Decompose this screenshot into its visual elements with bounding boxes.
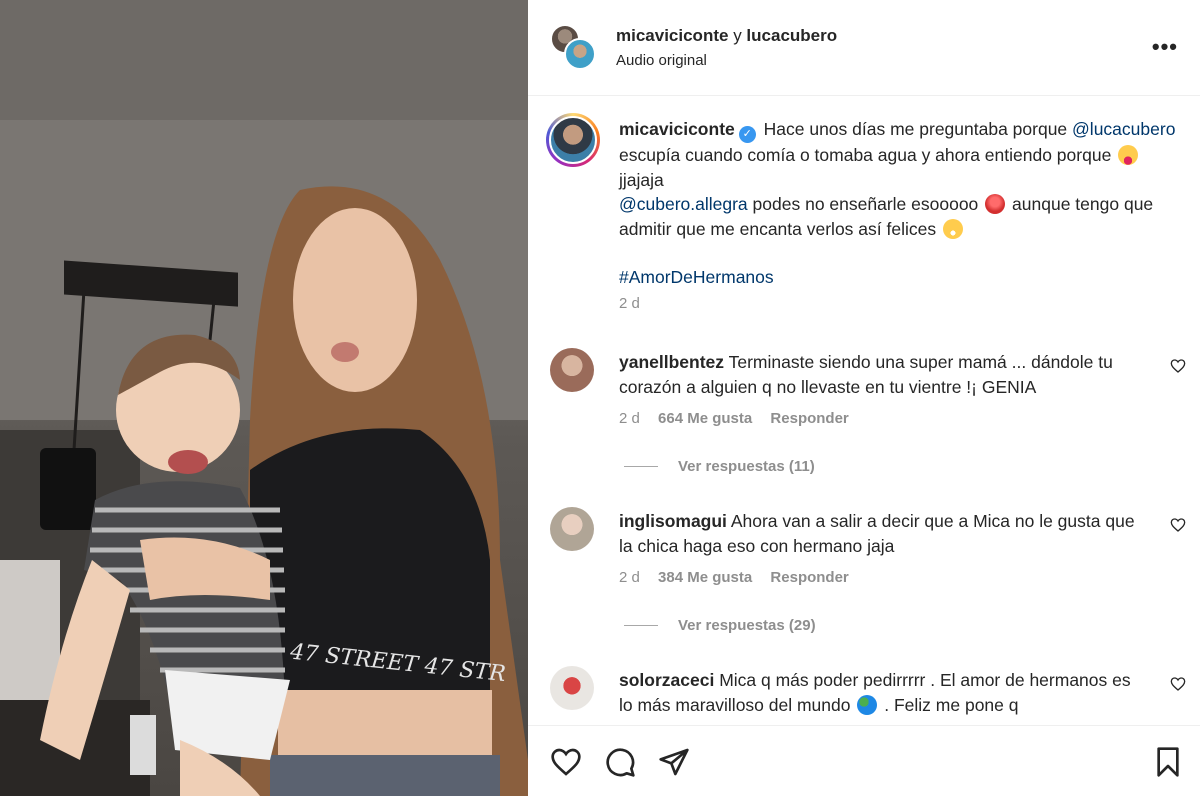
commenter-avatar[interactable]: [550, 507, 594, 551]
commenter-avatar[interactable]: [550, 666, 594, 710]
caption-username[interactable]: micaviciconte: [619, 119, 735, 139]
post-caption: micaviciconte ✓ Hace unos días me pregunt…: [619, 117, 1179, 290]
post-header: micaviciconte y lucacubero Audio origina…: [528, 0, 1200, 96]
hashtag-link[interactable]: #AmorDeHermanos: [619, 265, 1179, 290]
audio-original-link[interactable]: Audio original: [616, 52, 707, 69]
comment-body: solorzaceci Mica q más poder pedirrrrr .…: [619, 668, 1139, 717]
post-details-panel: micaviciconte y lucacubero Audio origina…: [528, 0, 1200, 796]
comment-time[interactable]: 2 d: [619, 569, 640, 586]
post-action-bar: [528, 725, 1200, 796]
comment-time[interactable]: 2 d: [619, 410, 640, 427]
comment-like-heart-icon[interactable]: [1170, 676, 1186, 692]
author-link-2[interactable]: lucacubero: [746, 26, 837, 45]
mention-cubero-allegra[interactable]: @cubero.allegra: [619, 194, 748, 214]
caption-text-4: podes no enseñarle esooooo: [752, 194, 979, 214]
smiling-emoji-icon: [942, 218, 963, 239]
heart-icon[interactable]: [550, 746, 582, 778]
comment-username[interactable]: yanellbentez: [619, 352, 724, 372]
comment-likes[interactable]: 664 Me gusta: [658, 410, 752, 427]
comment-body: yanellbentez Terminaste siendo una super…: [619, 350, 1139, 399]
bookmark-icon[interactable]: [1152, 746, 1184, 778]
caption-time[interactable]: 2 d: [619, 295, 640, 312]
reply-button[interactable]: Responder: [770, 569, 848, 586]
tongue-emoji-icon: [1118, 145, 1139, 165]
more-options-icon[interactable]: •••: [1152, 34, 1178, 60]
post-photo: 47 STREET 47 STR: [0, 0, 528, 796]
comment-likes[interactable]: 384 Me gusta: [658, 569, 752, 586]
post-media[interactable]: 47 STREET 47 STR: [0, 0, 528, 796]
comment-meta: 2 d 384 Me gusta Responder: [619, 569, 863, 586]
share-icon[interactable]: [658, 746, 690, 778]
avatar-lucacubero[interactable]: [564, 38, 596, 70]
comment-text-continued: . Feliz me pone q: [884, 694, 1019, 715]
comment-item: yanellbentez Terminaste siendo una super…: [528, 348, 1200, 488]
globe-emoji-icon: [857, 694, 878, 715]
comment-meta: 2 d 664 Me gusta Responder: [619, 410, 863, 427]
comment-like-heart-icon[interactable]: [1170, 517, 1186, 533]
comment-username[interactable]: solorzaceci: [619, 670, 714, 690]
mention-lucacubero[interactable]: @lucacubero: [1072, 119, 1175, 139]
angry-emoji-icon: [985, 194, 1006, 214]
verified-badge-icon: ✓: [738, 126, 756, 143]
comment-item: inglisomagui Ahora van a salir a decir q…: [528, 507, 1200, 647]
view-replies-button[interactable]: Ver respuestas (11): [624, 458, 815, 475]
reply-button[interactable]: Responder: [770, 410, 848, 427]
caption-text-3: jjajaja: [619, 169, 664, 190]
commenter-avatar[interactable]: [550, 348, 594, 392]
view-replies-button[interactable]: Ver respuestas (29): [624, 617, 816, 634]
caption-avatar[interactable]: [546, 113, 600, 167]
authors-conjunction: y: [733, 26, 742, 45]
post-authors: micaviciconte y lucacubero: [616, 26, 837, 46]
comment-body: inglisomagui Ahora van a salir a decir q…: [619, 509, 1139, 558]
comment-like-heart-icon[interactable]: [1170, 358, 1186, 374]
comment-item: solorzaceci Mica q más poder pedirrrrr .…: [528, 666, 1200, 725]
caption-text-1: Hace unos días me preguntaba porque: [763, 119, 1068, 139]
author-link-1[interactable]: micaviciconte: [616, 26, 728, 45]
comments-scroll-area[interactable]: micaviciconte ✓ Hace unos días me pregunt…: [528, 97, 1200, 725]
comment-username[interactable]: inglisomagui: [619, 511, 727, 531]
caption-text-2: escupía cuando comía o tomaba agua y aho…: [619, 145, 1112, 165]
comment-icon[interactable]: [604, 746, 636, 778]
